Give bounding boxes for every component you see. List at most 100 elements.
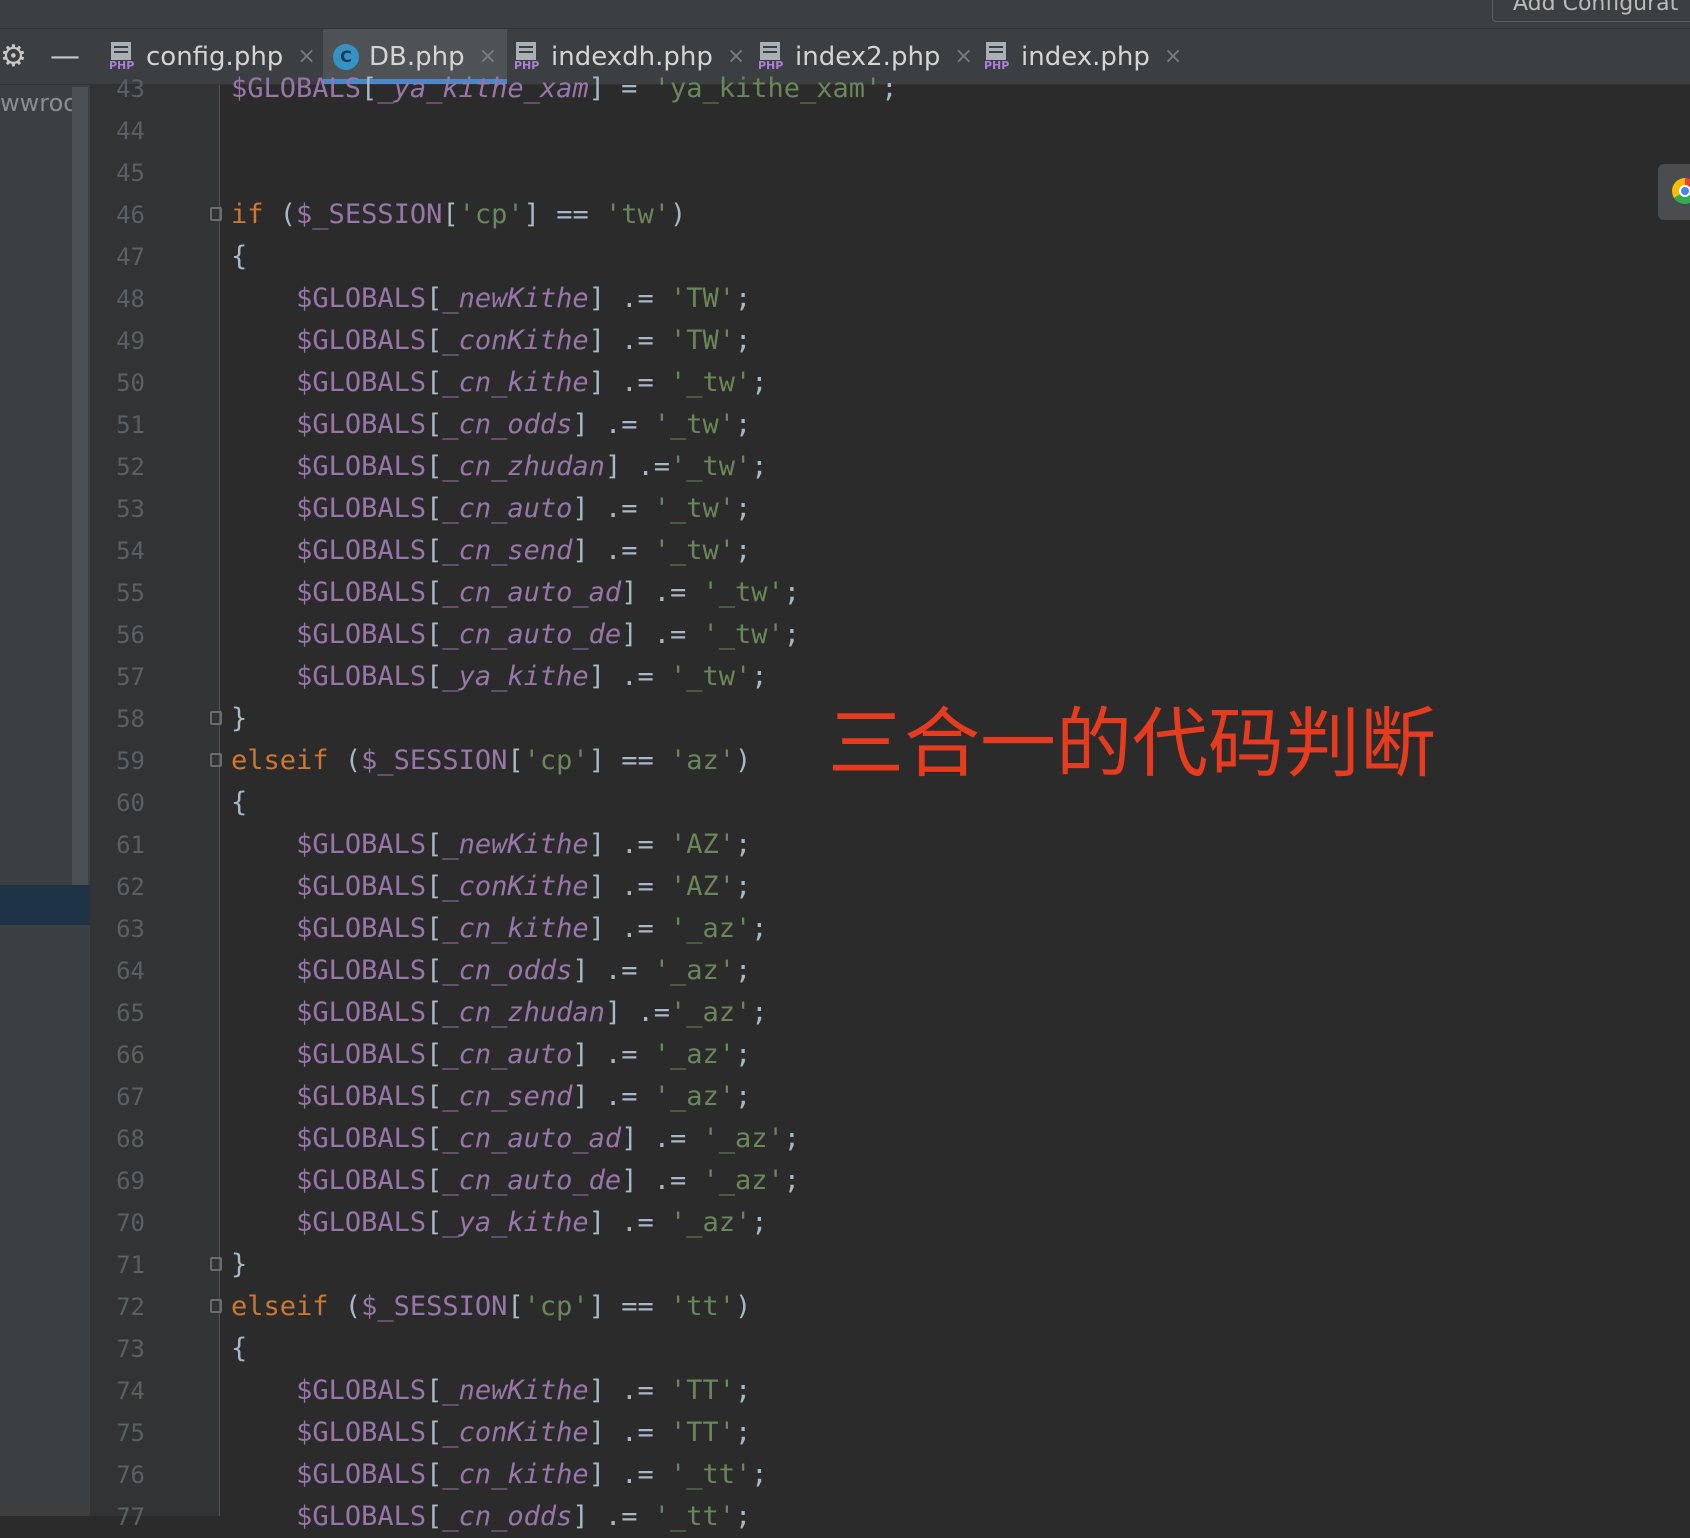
code-line[interactable]: 46 if ($_SESSION['cp'] == 'tw') <box>90 194 1690 236</box>
code-text: $GLOBALS[_cn_zhudan] .='_tw'; <box>296 451 768 482</box>
code-text: $GLOBALS[_ya_kithe] .= '_tw'; <box>296 661 768 692</box>
code-line[interactable]: 68 $GLOBALS[_cn_auto_ad] .= '_az'; <box>90 1118 1690 1160</box>
fold-marker-icon[interactable] <box>210 207 222 221</box>
code-text: $GLOBALS[_cn_kithe] .= '_tw'; <box>296 367 768 398</box>
line-number: 57 <box>116 663 145 691</box>
code-text: $GLOBALS[_ya_kithe] .= '_az'; <box>296 1207 768 1238</box>
line-number: 64 <box>116 957 145 985</box>
line-number: 54 <box>116 537 145 565</box>
project-scrollbar[interactable] <box>72 87 88 887</box>
line-number: 71 <box>116 1251 145 1279</box>
code-line[interactable]: 43 $GLOBALS[_ya_kithe_xam] = 'ya_kithe_xa… <box>90 68 1690 110</box>
code-text: $GLOBALS[_ya_kithe_xam] = 'ya_kithe_xam'… <box>231 73 898 104</box>
code-line[interactable]: 53 $GLOBALS[_cn_auto] .= '_tw'; <box>90 488 1690 530</box>
line-number: 48 <box>116 285 145 313</box>
code-text: $GLOBALS[_cn_auto_ad] .= '_tw'; <box>296 577 801 608</box>
code-line[interactable]: 56 $GLOBALS[_cn_auto_de] .= '_tw'; <box>90 614 1690 656</box>
line-number: 56 <box>116 621 145 649</box>
code-line[interactable]: 48 $GLOBALS[_newKithe] .= 'TW'; <box>90 278 1690 320</box>
close-icon[interactable]: × <box>727 44 745 69</box>
php-file-icon: PHP <box>983 41 1013 72</box>
code-line[interactable]: 74 $GLOBALS[_newKithe] .= 'TT'; <box>90 1370 1690 1412</box>
code-line[interactable]: 44 <box>90 110 1690 152</box>
code-line[interactable]: 51 $GLOBALS[_cn_odds] .= '_tw'; <box>90 404 1690 446</box>
fold-marker-icon[interactable] <box>210 1299 222 1313</box>
fold-marker-icon[interactable] <box>210 753 222 767</box>
line-number: 59 <box>116 747 145 775</box>
code-line[interactable]: 55 $GLOBALS[_cn_auto_ad] .= '_tw'; <box>90 572 1690 614</box>
code-text: { <box>231 787 248 818</box>
code-line[interactable]: 64 $GLOBALS[_cn_odds] .= '_az'; <box>90 950 1690 992</box>
close-icon[interactable]: × <box>954 44 972 69</box>
line-number: 43 <box>116 75 145 103</box>
code-line[interactable]: 62 $GLOBALS[_conKithe] .= 'AZ'; <box>90 866 1690 908</box>
line-number: 61 <box>116 831 145 859</box>
line-number: 46 <box>116 201 145 229</box>
php-file-icon: PHP <box>108 41 138 72</box>
tab-label: config.php <box>146 41 284 72</box>
code-line[interactable]: 71} <box>90 1244 1690 1286</box>
project-selected-row[interactable] <box>0 885 90 925</box>
code-line[interactable]: 66 $GLOBALS[_cn_auto] .= '_az'; <box>90 1034 1690 1076</box>
close-icon[interactable]: × <box>1164 44 1182 69</box>
line-number: 55 <box>116 579 145 607</box>
code-text: $GLOBALS[_conKithe] .= 'TW'; <box>296 325 752 356</box>
line-number: 60 <box>116 789 145 817</box>
line-number: 45 <box>116 159 145 187</box>
code-text: if ($_SESSION['cp'] == 'tw') <box>231 199 687 230</box>
close-icon[interactable]: × <box>297 44 315 69</box>
chrome-browser-icon[interactable] <box>1658 164 1690 220</box>
minimize-icon[interactable]: — <box>50 29 80 84</box>
add-configuration-button[interactable]: Add Configurat <box>1492 0 1690 22</box>
code-line[interactable]: 65 $GLOBALS[_cn_zhudan] .='_az'; <box>90 992 1690 1034</box>
code-line[interactable]: 52 $GLOBALS[_cn_zhudan] .='_tw'; <box>90 446 1690 488</box>
code-line[interactable]: 47 { <box>90 236 1690 278</box>
top-toolbar: Add Configurat <box>0 0 1690 29</box>
tab-label: index2.php <box>795 41 941 72</box>
code-line[interactable]: 49 $GLOBALS[_conKithe] .= 'TW'; <box>90 320 1690 362</box>
line-number: 44 <box>116 117 145 145</box>
code-line[interactable]: 73 { <box>90 1328 1690 1370</box>
code-line[interactable]: 54 $GLOBALS[_cn_send] .= '_tw'; <box>90 530 1690 572</box>
fold-marker-icon[interactable] <box>210 711 222 725</box>
code-text: $GLOBALS[_conKithe] .= 'TT'; <box>296 1417 752 1448</box>
code-line[interactable]: 77 $GLOBALS[_cn_odds] .= '_tt'; <box>90 1496 1690 1538</box>
code-text: $GLOBALS[_conKithe] .= 'AZ'; <box>296 871 752 902</box>
code-text: $GLOBALS[_cn_auto_de] .= '_az'; <box>296 1165 801 1196</box>
code-lines: 43 $GLOBALS[_ya_kithe_xam] = 'ya_kithe_xa… <box>90 68 1690 1538</box>
line-number: 74 <box>116 1377 145 1405</box>
php-class-icon: C <box>333 43 359 70</box>
code-line[interactable]: 72 elseif ($_SESSION['cp'] == 'tt') <box>90 1286 1690 1328</box>
tab-label: index.php <box>1021 41 1150 72</box>
line-number: 62 <box>116 873 145 901</box>
code-text: { <box>231 241 248 272</box>
php-file-icon: PHP <box>513 41 543 72</box>
line-number: 72 <box>116 1293 145 1321</box>
line-number: 70 <box>116 1209 145 1237</box>
code-text: $GLOBALS[_cn_odds] .= '_tt'; <box>296 1501 752 1532</box>
code-text: $GLOBALS[_newKithe] .= 'AZ'; <box>296 829 752 860</box>
annotation-text: 三合一的代码判断 <box>828 699 1436 788</box>
code-line[interactable]: 50 $GLOBALS[_cn_kithe] .= '_tw'; <box>90 362 1690 404</box>
code-text: $GLOBALS[_cn_odds] .= '_tw'; <box>296 409 752 440</box>
code-line[interactable]: 63 $GLOBALS[_cn_kithe] .= '_az'; <box>90 908 1690 950</box>
code-line[interactable]: 61 $GLOBALS[_newKithe] .= 'AZ'; <box>90 824 1690 866</box>
close-icon[interactable]: × <box>479 44 497 69</box>
line-number: 69 <box>116 1167 145 1195</box>
line-number: 52 <box>116 453 145 481</box>
code-text: $GLOBALS[_newKithe] .= 'TW'; <box>296 283 752 314</box>
line-number: 58 <box>116 705 145 733</box>
code-text: { <box>231 1333 248 1364</box>
code-text: elseif ($_SESSION['cp'] == 'az') <box>231 745 752 776</box>
code-text: $GLOBALS[_cn_auto] .= '_az'; <box>296 1039 752 1070</box>
code-line[interactable]: 67 $GLOBALS[_cn_send] .= '_az'; <box>90 1076 1690 1118</box>
code-line[interactable]: 75 $GLOBALS[_conKithe] .= 'TT'; <box>90 1412 1690 1454</box>
gear-icon[interactable]: ⚙ <box>0 29 27 84</box>
fold-marker-icon[interactable] <box>210 1257 222 1271</box>
code-line[interactable]: 70 $GLOBALS[_ya_kithe] .= '_az'; <box>90 1202 1690 1244</box>
code-line[interactable]: 69 $GLOBALS[_cn_auto_de] .= '_az'; <box>90 1160 1690 1202</box>
code-line[interactable]: 45 <box>90 152 1690 194</box>
line-number: 50 <box>116 369 145 397</box>
code-line[interactable]: 76 $GLOBALS[_cn_kithe] .= '_tt'; <box>90 1454 1690 1496</box>
code-text: $GLOBALS[_cn_kithe] .= '_az'; <box>296 913 768 944</box>
